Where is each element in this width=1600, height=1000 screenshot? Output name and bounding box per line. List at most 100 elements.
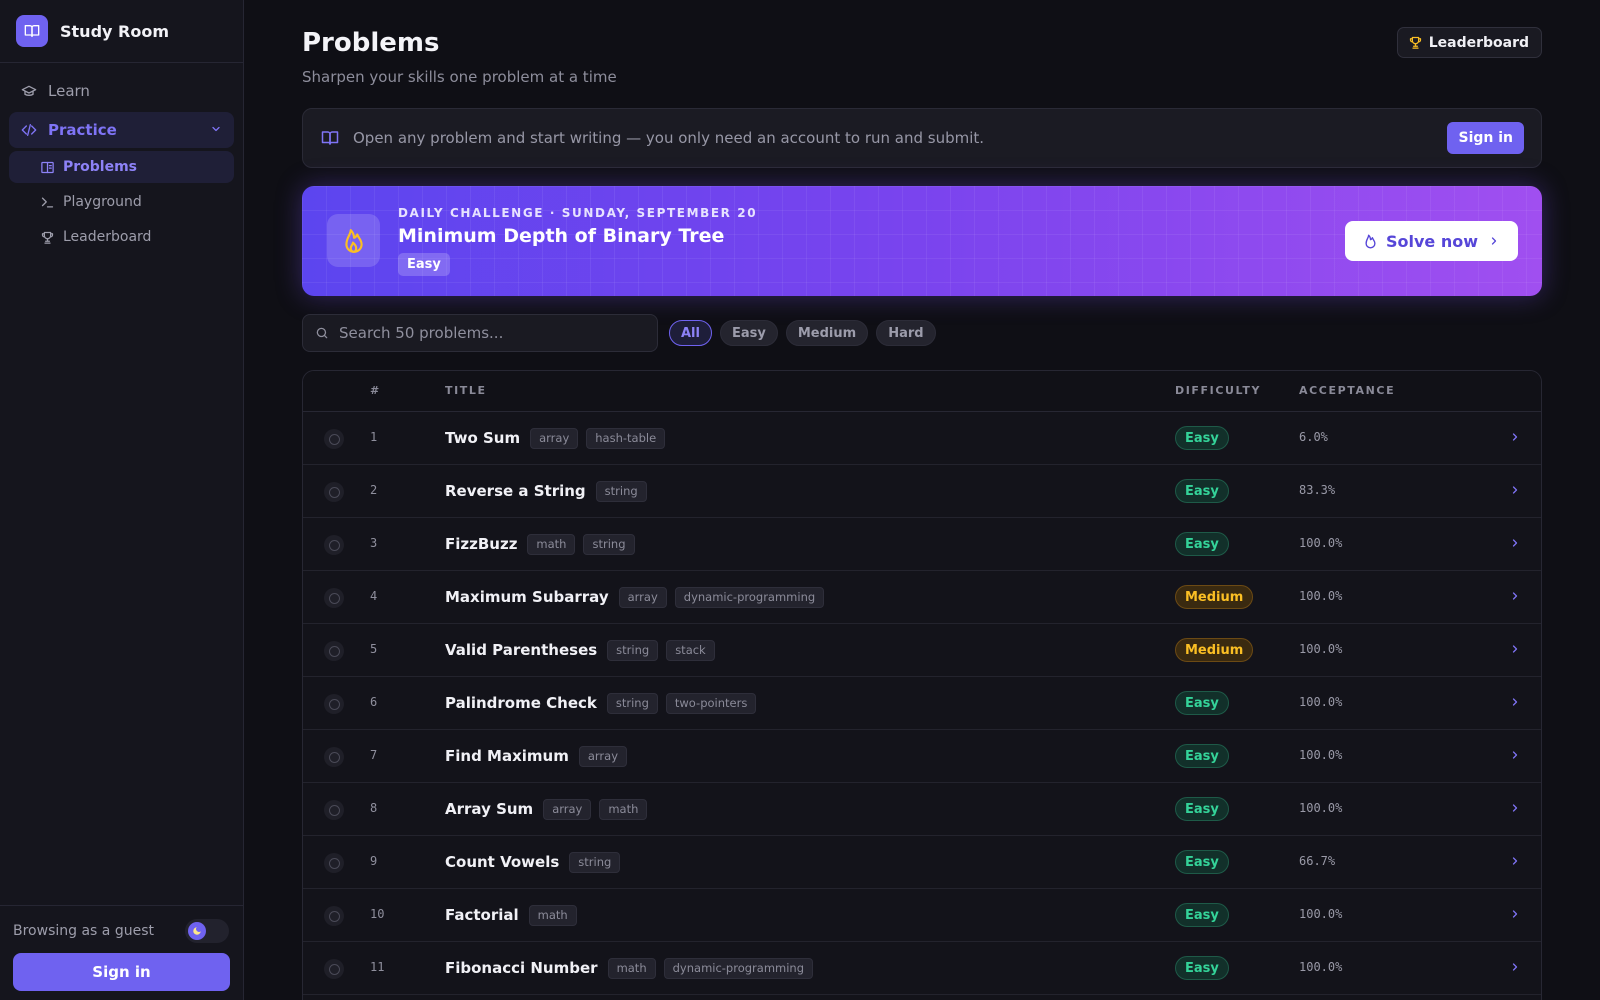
problem-title[interactable]: Factorial bbox=[445, 906, 519, 924]
table-row[interactable]: 4 Maximum Subarray array dynamic-programmin… bbox=[303, 571, 1541, 624]
leaderboard-button[interactable]: Leaderboard bbox=[1396, 27, 1542, 58]
moon-icon bbox=[188, 922, 206, 940]
book-icon bbox=[16, 15, 48, 47]
table-row[interactable]: 8 Array Sum array math Easy 100.0% bbox=[303, 783, 1541, 836]
sidebar-nav: Learn Practice Problems Playground Leade… bbox=[0, 63, 243, 266]
difficulty-badge: Easy bbox=[1175, 797, 1229, 821]
problem-title[interactable]: Count Vowels bbox=[445, 853, 559, 871]
chevron-right-icon[interactable] bbox=[1509, 484, 1521, 496]
problem-title[interactable]: Maximum Subarray bbox=[445, 588, 609, 606]
guest-status: Browsing as a guest bbox=[13, 923, 154, 939]
title-cell: Factorial math bbox=[445, 903, 585, 927]
chevron-right-icon[interactable] bbox=[1509, 696, 1521, 708]
chevron-right-icon[interactable] bbox=[1509, 802, 1521, 814]
chevron-right-icon[interactable] bbox=[1509, 961, 1521, 973]
sidebar-item-playground[interactable]: Playground bbox=[9, 186, 234, 218]
table-body: 1 Two Sum array hash-table Easy 6.0% 2 Reverse … bbox=[303, 412, 1541, 995]
daily-difficulty-badge: Easy bbox=[398, 253, 450, 276]
problem-tag: array bbox=[618, 586, 667, 608]
problem-tag: string bbox=[583, 533, 635, 555]
title-cell: Array Sum array math bbox=[445, 797, 655, 821]
difficulty-badge: Medium bbox=[1175, 585, 1254, 609]
chevron-right-icon[interactable] bbox=[1509, 537, 1521, 549]
daily-eyebrow: DAILY CHALLENGE · SUNDAY, SEPTEMBER 20 bbox=[398, 206, 758, 220]
filter-medium[interactable]: Medium bbox=[785, 320, 869, 346]
table-row[interactable]: 2 Reverse a String string Easy 83.3% bbox=[303, 465, 1541, 518]
brand[interactable]: Study Room bbox=[0, 0, 243, 63]
problem-tag: two-pointers bbox=[665, 692, 757, 714]
problem-number: 5 bbox=[370, 642, 378, 656]
title-cell: Reverse a String string bbox=[445, 479, 655, 503]
table-row[interactable]: 7 Find Maximum array Easy 100.0% bbox=[303, 730, 1541, 783]
status-circle-icon bbox=[324, 747, 344, 767]
daily-title[interactable]: Minimum Depth of Binary Tree bbox=[398, 225, 724, 247]
problem-tag: math bbox=[527, 533, 576, 555]
notice-signin-button[interactable]: Sign in bbox=[1447, 122, 1524, 154]
acceptance-rate: 100.0% bbox=[1299, 907, 1343, 921]
table-row[interactable]: 9 Count Vowels string Easy 66.7% bbox=[303, 836, 1541, 889]
sidebar-item-label: Leaderboard bbox=[63, 229, 152, 245]
sidebar-item-problems[interactable]: Problems bbox=[9, 151, 234, 183]
search-icon bbox=[315, 326, 329, 340]
difficulty-badge: Easy bbox=[1175, 426, 1229, 450]
title-cell: FizzBuzz math string bbox=[445, 532, 643, 556]
status-circle-icon bbox=[324, 959, 344, 979]
table-row[interactable]: 1 Two Sum array hash-table Easy 6.0% bbox=[303, 412, 1541, 465]
sidebar-item-learn[interactable]: Learn bbox=[9, 73, 234, 109]
problem-tag: hash-table bbox=[586, 427, 666, 449]
table-row[interactable]: 3 FizzBuzz math string Easy 100.0% bbox=[303, 518, 1541, 571]
sidebar-signin-button[interactable]: Sign in bbox=[13, 953, 230, 991]
problem-number: 6 bbox=[370, 695, 378, 709]
problem-tag: string bbox=[569, 851, 621, 873]
filter-hard[interactable]: Hard bbox=[876, 320, 936, 346]
problem-tag: dynamic-programming bbox=[663, 957, 814, 979]
table-row[interactable]: 10 Factorial math Easy 100.0% bbox=[303, 889, 1541, 942]
table-row[interactable]: 11 Fibonacci Number math dynamic-programmin… bbox=[303, 942, 1541, 995]
solve-now-label: Solve now bbox=[1385, 231, 1478, 251]
search-input[interactable] bbox=[339, 324, 639, 342]
problem-tag: math bbox=[528, 904, 577, 926]
problem-tag: stack bbox=[666, 639, 715, 661]
sidebar-item-practice[interactable]: Practice bbox=[9, 112, 234, 148]
chevron-right-icon[interactable] bbox=[1509, 855, 1521, 867]
problem-tag: array bbox=[578, 745, 627, 767]
problem-tag: string bbox=[607, 639, 659, 661]
problem-number: 7 bbox=[370, 748, 378, 762]
problem-tag: math bbox=[599, 798, 648, 820]
acceptance-rate: 100.0% bbox=[1299, 642, 1343, 656]
filter-easy[interactable]: Easy bbox=[719, 320, 778, 346]
page-title: Problems bbox=[302, 28, 440, 58]
status-circle-icon bbox=[324, 853, 344, 873]
chevron-right-icon[interactable] bbox=[1509, 749, 1521, 761]
problem-title[interactable]: Valid Parentheses bbox=[445, 641, 597, 659]
solve-now-button[interactable]: Solve now bbox=[1344, 221, 1518, 261]
chevron-right-icon[interactable] bbox=[1509, 431, 1521, 443]
sidebar-item-label: Learn bbox=[48, 82, 90, 100]
problem-title[interactable]: Fibonacci Number bbox=[445, 959, 598, 977]
filter-all[interactable]: All bbox=[669, 320, 712, 346]
trophy-icon bbox=[1408, 35, 1423, 50]
problem-number: 3 bbox=[370, 536, 378, 550]
problem-title[interactable]: Two Sum bbox=[445, 429, 520, 447]
theme-toggle[interactable] bbox=[185, 919, 229, 943]
table-row[interactable]: 5 Valid Parentheses string stack Medium 100.0… bbox=[303, 624, 1541, 677]
status-circle-icon bbox=[324, 482, 344, 502]
status-circle-icon bbox=[324, 588, 344, 608]
problem-title[interactable]: Find Maximum bbox=[445, 747, 569, 765]
sidebar-footer: Browsing as a guest Sign in bbox=[0, 905, 243, 1000]
problem-tag: array bbox=[543, 798, 592, 820]
chevron-right-icon[interactable] bbox=[1509, 643, 1521, 655]
problem-title[interactable]: Array Sum bbox=[445, 800, 533, 818]
search-box[interactable] bbox=[302, 314, 658, 352]
problem-title[interactable]: Reverse a String bbox=[445, 482, 586, 500]
difficulty-filters: All Easy Medium Hard bbox=[669, 320, 944, 346]
acceptance-rate: 100.0% bbox=[1299, 536, 1343, 550]
chevron-down-icon[interactable] bbox=[210, 121, 222, 139]
table-row[interactable]: 6 Palindrome Check string two-pointers Easy 1… bbox=[303, 677, 1541, 730]
chevron-right-icon[interactable] bbox=[1509, 908, 1521, 920]
chevron-right-icon[interactable] bbox=[1509, 590, 1521, 602]
problem-title[interactable]: FizzBuzz bbox=[445, 535, 517, 553]
problem-title[interactable]: Palindrome Check bbox=[445, 694, 597, 712]
sidebar-item-leaderboard[interactable]: Leaderboard bbox=[9, 221, 234, 253]
problem-number: 10 bbox=[370, 907, 385, 921]
